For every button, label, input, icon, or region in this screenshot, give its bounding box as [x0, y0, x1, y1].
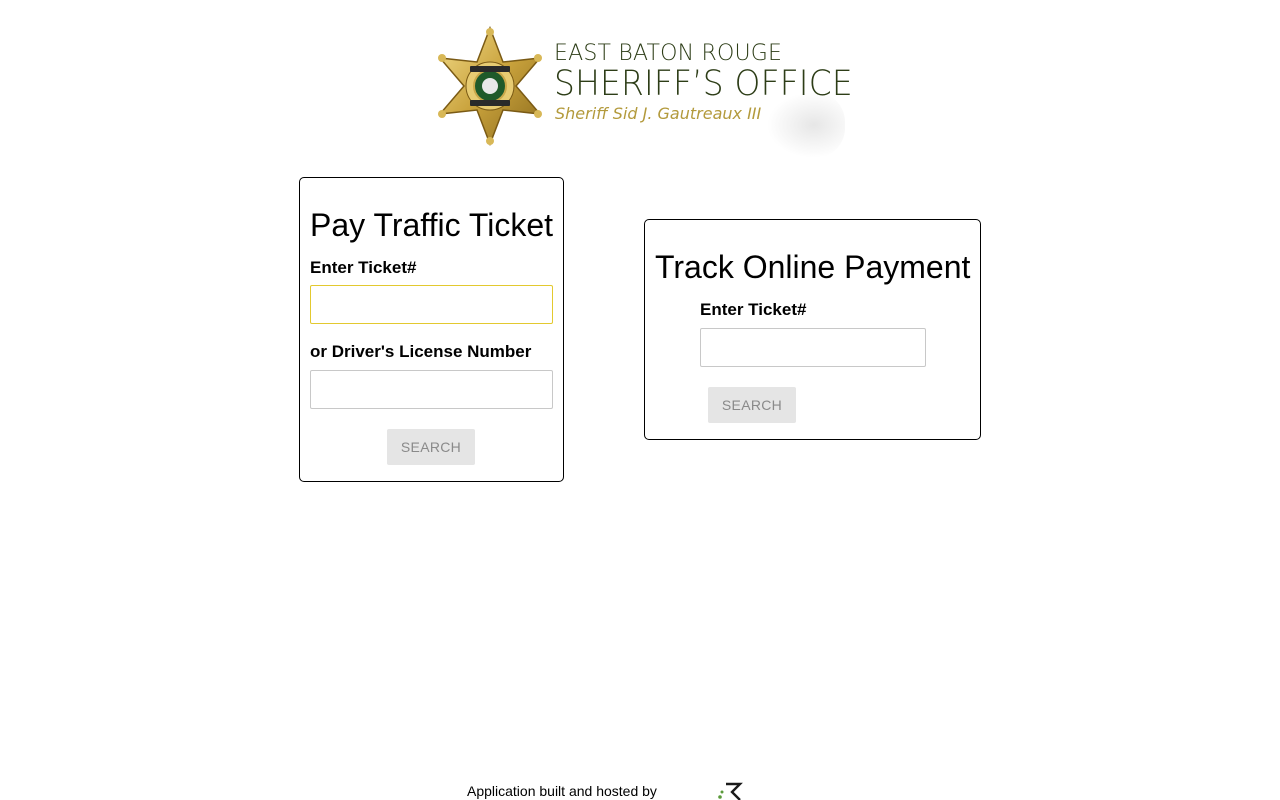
provider-logo-icon[interactable]: [716, 781, 744, 800]
page: EAST BATON ROUGE SHERIFF’S OFFICE Sherif…: [0, 0, 1280, 800]
pay-traffic-ticket-title: Pay Traffic Ticket: [310, 207, 554, 243]
track-online-payment-title: Track Online Payment: [655, 249, 971, 285]
logo-line-east-baton-rouge: EAST BATON ROUGE: [554, 41, 783, 66]
track-online-payment-card: Track Online Payment Enter Ticket# SEARC…: [644, 219, 981, 440]
drivers-license-input[interactable]: [310, 370, 553, 409]
track-search-button[interactable]: SEARCH: [708, 387, 796, 423]
drivers-license-label: or Driver's License Number: [310, 342, 532, 361]
logo-line-sheriff-name: Sheriff Sid J. Gautreaux III: [555, 104, 762, 123]
track-ticket-number-input[interactable]: [700, 328, 926, 367]
sheriff-office-logo: EAST BATON ROUGE SHERIFF’S OFFICE Sherif…: [437, 22, 853, 158]
pay-search-button[interactable]: SEARCH: [387, 429, 475, 465]
track-ticket-number-label: Enter Ticket#: [700, 300, 807, 319]
logo-line-sheriffs-office: SHERIFF’S OFFICE: [554, 64, 853, 104]
pay-traffic-ticket-card: Pay Traffic Ticket Enter Ticket# or Driv…: [299, 177, 564, 482]
pay-ticket-number-input[interactable]: [310, 285, 553, 324]
pay-ticket-number-label: Enter Ticket#: [310, 258, 417, 277]
footer-text: Application built and hosted by: [467, 783, 657, 799]
sheriff-star-badge-icon: [437, 24, 543, 148]
